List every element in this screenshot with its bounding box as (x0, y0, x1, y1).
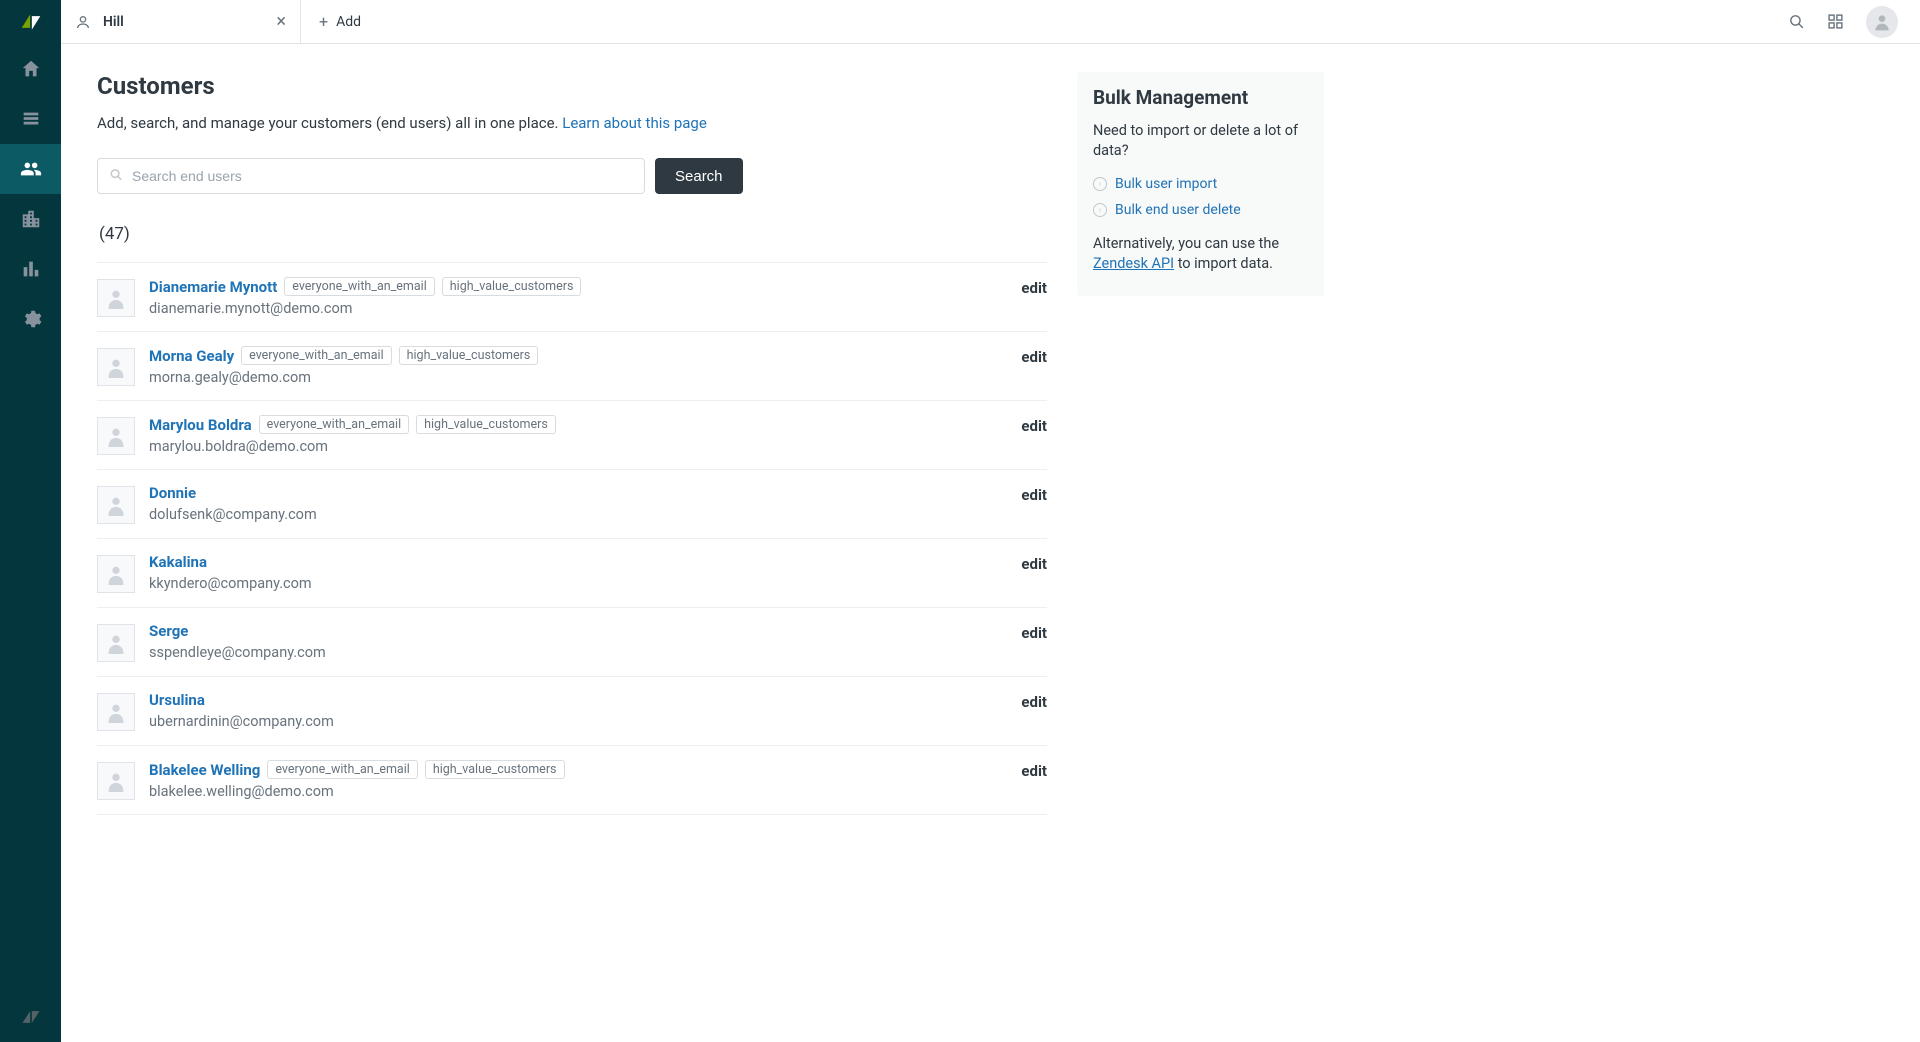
page-title: Customers (97, 72, 1047, 100)
user-row: Ursulina ubernardinin@company.com edit (97, 677, 1047, 746)
zendesk-products-icon[interactable] (0, 992, 61, 1042)
user-email: dianemarie.mynott@demo.com (149, 300, 1007, 317)
nav-admin[interactable] (0, 294, 61, 344)
chevron-right-icon: › (1093, 177, 1107, 191)
user-row: Dianemarie Mynott everyone_with_an_email… (97, 263, 1047, 332)
user-tag: high_value_customers (442, 277, 582, 296)
user-tag: high_value_customers (425, 760, 565, 779)
user-row: Serge sspendleye@company.com edit (97, 608, 1047, 677)
user-list: Dianemarie Mynott everyone_with_an_email… (97, 262, 1047, 815)
user-email: sspendleye@company.com (149, 644, 1007, 661)
nav-home[interactable] (0, 44, 61, 94)
user-email: dolufsenk@company.com (149, 506, 1007, 523)
add-tab-button[interactable]: + Add (301, 12, 379, 31)
page-subtitle: Add, search, and manage your customers (… (97, 114, 1047, 132)
edit-link[interactable]: edit (1021, 553, 1047, 573)
search-input-icon (109, 167, 123, 186)
user-email: kkyndero@company.com (149, 575, 1007, 592)
search-input[interactable] (97, 158, 645, 194)
user-icon (75, 14, 91, 30)
user-avatar (97, 762, 135, 800)
user-avatar (97, 279, 135, 317)
zendesk-logo (0, 0, 61, 44)
user-name-link[interactable]: Serge (149, 622, 188, 640)
user-tag: high_value_customers (416, 415, 556, 434)
chevron-right-icon: › (1093, 203, 1107, 217)
user-row: Morna Gealy everyone_with_an_email high_v… (97, 332, 1047, 401)
user-tag: everyone_with_an_email (267, 760, 417, 779)
nav-views[interactable] (0, 94, 61, 144)
user-row: Blakelee Welling everyone_with_an_email h… (97, 746, 1047, 815)
learn-link[interactable]: Learn about this page (562, 114, 707, 132)
result-count: (47) (97, 224, 1047, 244)
profile-avatar[interactable] (1866, 6, 1898, 38)
edit-link[interactable]: edit (1021, 622, 1047, 642)
user-row: Marylou Boldra everyone_with_an_email hig… (97, 401, 1047, 470)
zendesk-api-link[interactable]: Zendesk API (1093, 255, 1174, 272)
nav-organizations[interactable] (0, 194, 61, 244)
user-email: morna.gealy@demo.com (149, 369, 1007, 386)
bulk-delete-link[interactable]: › Bulk end user delete (1093, 202, 1308, 218)
nav-reporting[interactable] (0, 244, 61, 294)
nav-customers[interactable] (0, 144, 61, 194)
edit-link[interactable]: edit (1021, 760, 1047, 780)
plus-icon: + (319, 12, 328, 31)
tab-label: Hill (103, 14, 124, 30)
user-email: blakelee.welling@demo.com (149, 783, 1007, 800)
bulk-alt-text: Alternatively, you can use the Zendesk A… (1093, 234, 1308, 275)
search-button[interactable]: Search (655, 158, 743, 194)
user-avatar (97, 348, 135, 386)
bulk-title: Bulk Management (1093, 86, 1308, 109)
add-tab-label: Add (336, 14, 361, 30)
edit-link[interactable]: edit (1021, 277, 1047, 297)
user-row: Kakalina kkyndero@company.com edit (97, 539, 1047, 608)
user-name-link[interactable]: Donnie (149, 484, 196, 502)
edit-link[interactable]: edit (1021, 346, 1047, 366)
tab-user[interactable]: Hill × (61, 0, 301, 44)
user-tag: everyone_with_an_email (259, 415, 409, 434)
edit-link[interactable]: edit (1021, 484, 1047, 504)
user-email: marylou.boldra@demo.com (149, 438, 1007, 455)
user-avatar (97, 624, 135, 662)
user-name-link[interactable]: Morna Gealy (149, 347, 234, 365)
user-row: Donnie dolufsenk@company.com edit (97, 470, 1047, 539)
user-avatar (97, 417, 135, 455)
user-name-link[interactable]: Blakelee Welling (149, 761, 260, 779)
user-name-link[interactable]: Ursulina (149, 691, 205, 709)
user-avatar (97, 693, 135, 731)
apps-icon[interactable] (1827, 13, 1844, 30)
bulk-panel: Bulk Management Need to import or delete… (1077, 72, 1324, 296)
sidebar-nav (0, 0, 61, 1042)
user-tag: everyone_with_an_email (284, 277, 434, 296)
edit-link[interactable]: edit (1021, 415, 1047, 435)
user-email: ubernardinin@company.com (149, 713, 1007, 730)
user-name-link[interactable]: Marylou Boldra (149, 416, 252, 434)
topbar: Hill × + Add (61, 0, 1920, 44)
search-icon[interactable] (1788, 13, 1805, 30)
bulk-desc: Need to import or delete a lot of data? (1093, 121, 1308, 162)
close-icon[interactable]: × (276, 13, 286, 31)
user-name-link[interactable]: Dianemarie Mynott (149, 278, 277, 296)
user-tag: high_value_customers (399, 346, 539, 365)
user-tag: everyone_with_an_email (241, 346, 391, 365)
edit-link[interactable]: edit (1021, 691, 1047, 711)
user-avatar (97, 486, 135, 524)
bulk-import-link[interactable]: › Bulk user import (1093, 176, 1308, 192)
user-name-link[interactable]: Kakalina (149, 553, 207, 571)
user-avatar (97, 555, 135, 593)
